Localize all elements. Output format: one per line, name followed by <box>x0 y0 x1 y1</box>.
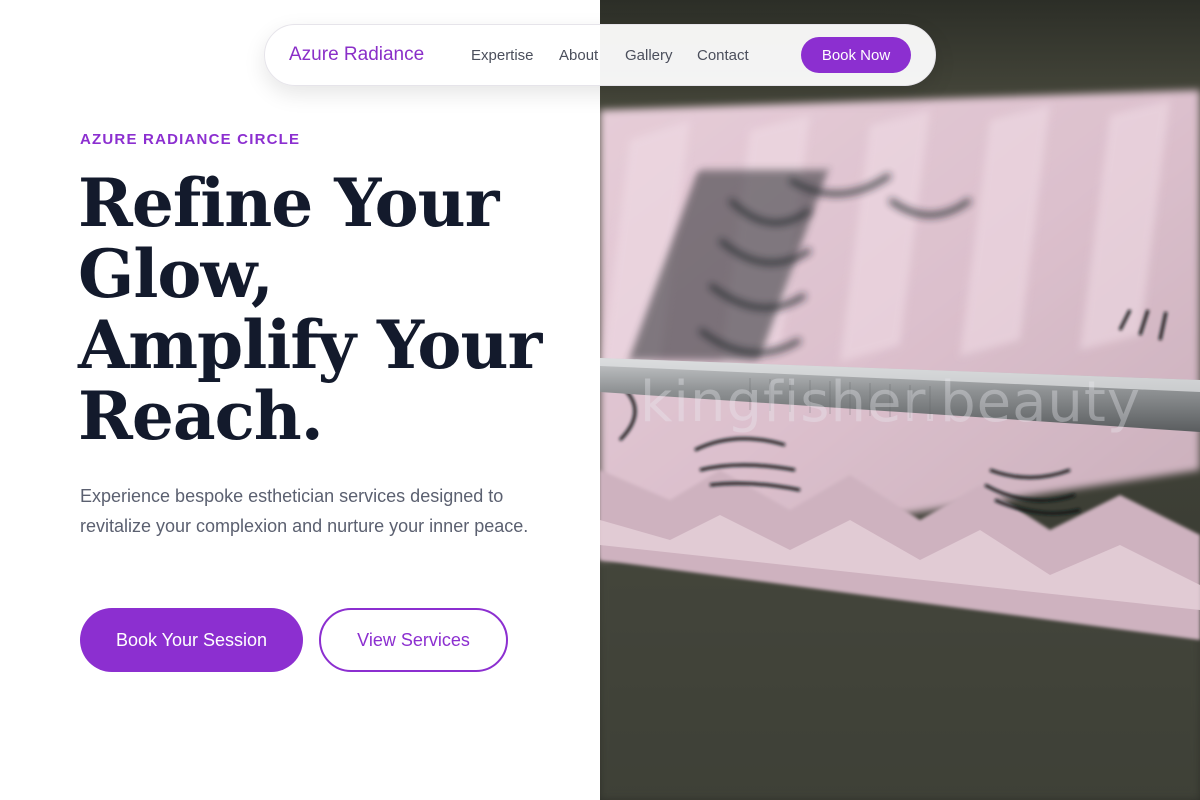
nav-link-contact[interactable]: Contact <box>697 47 749 64</box>
image-watermark: kingfisher.beauty <box>640 370 1142 435</box>
hero-eyebrow: AZURE RADIANCE CIRCLE <box>80 131 301 148</box>
top-navbar: Azure Radiance Expertise About Gallery C… <box>264 24 936 86</box>
headline-line-2: Glow, <box>78 235 274 313</box>
headline-line-1: Refine Your <box>78 164 499 242</box>
hero-subtext: Experience bespoke esthetician services … <box>80 486 529 536</box>
view-services-button[interactable]: View Services <box>319 608 508 672</box>
hero-image-lash-tweezers: kingfisher.beauty <box>600 0 1200 800</box>
hero-headline: Refine Your Glow, Amplify Your Reach. <box>78 168 578 452</box>
brand-logo-text[interactable]: Azure Radiance <box>289 44 424 66</box>
nav-link-expertise[interactable]: Expertise <box>471 47 534 64</box>
nav-link-about[interactable]: About <box>559 47 598 64</box>
headline-line-3: Amplify Your <box>78 306 542 384</box>
headline-line-4: Reach. <box>78 377 324 455</box>
book-session-button[interactable]: Book Your Session <box>80 608 303 672</box>
book-now-button[interactable]: Book Now <box>801 37 911 73</box>
nav-link-gallery[interactable]: Gallery <box>625 47 673 64</box>
